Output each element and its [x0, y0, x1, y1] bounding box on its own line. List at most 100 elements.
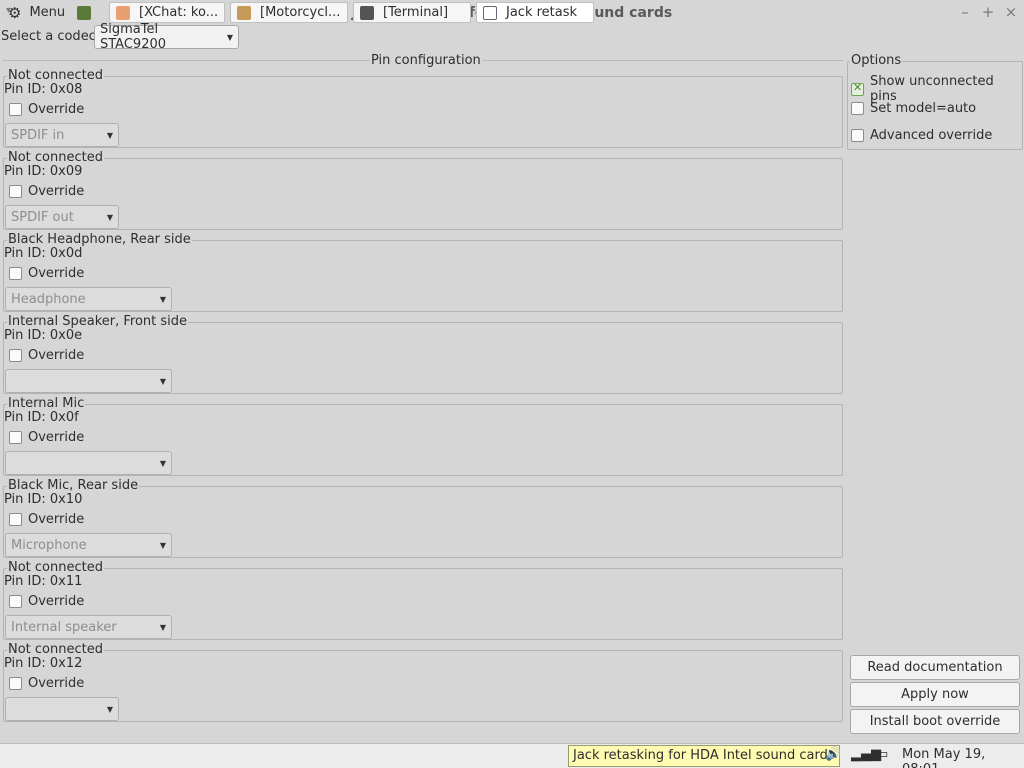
show-unconnected-pins-label: Show unconnected pins [869, 74, 994, 104]
caret-down-icon: ▼ [159, 622, 166, 632]
pin-function-select[interactable]: Headphone ▼ [5, 287, 172, 311]
caret-down-icon: ▼ [106, 212, 113, 222]
maximize-icon[interactable]: + [979, 3, 997, 21]
override-label: Override [28, 102, 85, 117]
checkbox-checked-box[interactable] [851, 81, 864, 96]
override-checkbox[interactable]: Override [9, 676, 84, 691]
pin-frame: Black Headphone, Rear side Pin ID: 0x0d … [3, 232, 843, 312]
pin-frame: Not connected Pin ID: 0x12 Override ▼ [3, 642, 843, 722]
taskbar-window-label: [Terminal] [383, 5, 449, 20]
pin-function-select[interactable]: ▼ [5, 697, 119, 721]
pin-id: Pin ID: 0x0f [4, 410, 79, 425]
pin-configuration-title: Pin configuration [370, 53, 482, 68]
override-checkbox[interactable]: Override [9, 266, 84, 281]
caret-down-icon: ▼ [159, 458, 166, 468]
pin-function-select[interactable]: SPDIF out ▼ [5, 205, 119, 229]
menu-label: Menu [29, 5, 66, 20]
volume-icon[interactable]: 🔊 [825, 747, 841, 762]
window-tooltip: Jack retasking for HDA Intel sound cards [568, 745, 840, 767]
set-model-auto-label: Set model=auto [870, 101, 977, 116]
pin-id: Pin ID: 0x0d [4, 246, 83, 261]
pin-function-select[interactable]: ▼ [5, 451, 172, 475]
pin-frame: Not connected Pin ID: 0x08 Override SPDI… [3, 68, 843, 148]
override-label: Override [28, 594, 85, 609]
pin-frame: Black Mic, Rear side Pin ID: 0x10 Overri… [3, 478, 843, 558]
install-boot-override-button[interactable]: Install boot override [850, 709, 1020, 734]
override-checkbox[interactable]: Override [9, 348, 84, 363]
pin-function-select[interactable]: ▼ [5, 369, 172, 393]
pin-function-value: Internal speaker [11, 619, 117, 635]
pin-id: Pin ID: 0x11 [4, 574, 83, 589]
taskbar-window-jack-retasking[interactable]: Jack retask [476, 2, 594, 23]
clock[interactable]: Mon May 19, 08:01 [902, 747, 1024, 768]
options-title: Options [850, 53, 903, 68]
checkbox-box[interactable] [9, 267, 22, 280]
window-icon [483, 5, 497, 20]
checkbox-box[interactable] [9, 431, 22, 444]
image-viewer-icon [237, 5, 251, 20]
checkbox-box[interactable] [9, 513, 22, 526]
checkbox-box[interactable] [851, 102, 864, 115]
pin-function-select[interactable]: Microphone ▼ [5, 533, 172, 557]
pin-frame: Internal Speaker, Front side Pin ID: 0x0… [3, 314, 843, 394]
terminal-icon [360, 5, 374, 20]
taskbar-window-xchat[interactable]: [XChat: ko... [109, 2, 225, 23]
override-label: Override [28, 430, 85, 445]
codec-label: Select a codec: [1, 29, 101, 44]
taskbar-window-label: Jack retask [506, 5, 578, 20]
checkbox-box[interactable] [9, 349, 22, 362]
override-checkbox[interactable]: Override [9, 102, 84, 117]
override-label: Override [28, 676, 85, 691]
caret-down-icon: ▼ [159, 540, 166, 550]
override-checkbox[interactable]: Override [9, 594, 84, 609]
taskbar-window-motorcycle[interactable]: [Motorcycl... [230, 2, 348, 23]
gear-icon: ⚙ [8, 3, 22, 22]
pin-frame: Not connected Pin ID: 0x09 Override SPDI… [3, 150, 843, 230]
checkbox-box[interactable] [9, 185, 22, 198]
pin-id: Pin ID: 0x0e [4, 328, 83, 343]
override-label: Override [28, 184, 85, 199]
caret-down-icon: ▼ [159, 376, 166, 386]
pin-function-value: Microphone [11, 537, 87, 553]
checkbox-box[interactable] [9, 595, 22, 608]
read-documentation-button[interactable]: Read documentation [850, 655, 1020, 680]
checkbox-box[interactable] [851, 129, 864, 142]
start-menu-button[interactable]: ⚙ Menu [8, 2, 65, 23]
codec-select[interactable]: SigmaTel STAC9200 ▼ [94, 22, 239, 52]
checkbox-box[interactable] [9, 103, 22, 116]
battery-icon[interactable]: ▭ [876, 747, 888, 762]
pin-function-value: SPDIF in [11, 127, 65, 143]
codec-select-value: SigmaTel STAC9200 [100, 22, 167, 52]
pin-function-select[interactable]: Internal speaker ▼ [5, 615, 172, 639]
xchat-icon [116, 5, 130, 20]
show-desktop-button[interactable] [77, 2, 93, 23]
override-label: Override [28, 266, 85, 281]
override-checkbox[interactable]: Override [9, 184, 84, 199]
pin-function-select[interactable]: SPDIF in ▼ [5, 123, 119, 147]
advanced-override-checkbox[interactable]: Advanced override [851, 128, 992, 143]
caret-down-icon: ▼ [106, 704, 113, 714]
pin-id: Pin ID: 0x10 [4, 492, 83, 507]
pin-function-value: Headphone [11, 291, 86, 307]
pin-function-value: SPDIF out [11, 209, 74, 225]
apply-now-button[interactable]: Apply now [850, 682, 1020, 707]
taskbar-window-terminal[interactable]: [Terminal] [353, 2, 471, 23]
override-label: Override [28, 512, 85, 527]
taskbar-window-label: [XChat: ko... [139, 5, 219, 20]
override-checkbox[interactable]: Override [9, 430, 84, 445]
pin-frame: Internal Mic Pin ID: 0x0f Override ▼ [3, 396, 843, 476]
pin-id: Pin ID: 0x12 [4, 656, 83, 671]
desktop-icon [77, 5, 91, 20]
override-label: Override [28, 348, 85, 363]
set-model-auto-checkbox[interactable]: Set model=auto [851, 101, 976, 116]
minimize-icon[interactable]: – [956, 3, 974, 21]
advanced-override-label: Advanced override [870, 128, 993, 143]
caret-down-icon: ▼ [106, 130, 113, 140]
show-unconnected-pins-checkbox[interactable]: Show unconnected pins [851, 74, 1024, 104]
checkbox-box[interactable] [9, 677, 22, 690]
caret-down-icon: ▼ [159, 294, 166, 304]
pin-frame: Not connected Pin ID: 0x11 Override Inte… [3, 560, 843, 640]
override-checkbox[interactable]: Override [9, 512, 84, 527]
close-icon[interactable]: × [1002, 3, 1020, 21]
pin-id: Pin ID: 0x08 [4, 82, 83, 97]
